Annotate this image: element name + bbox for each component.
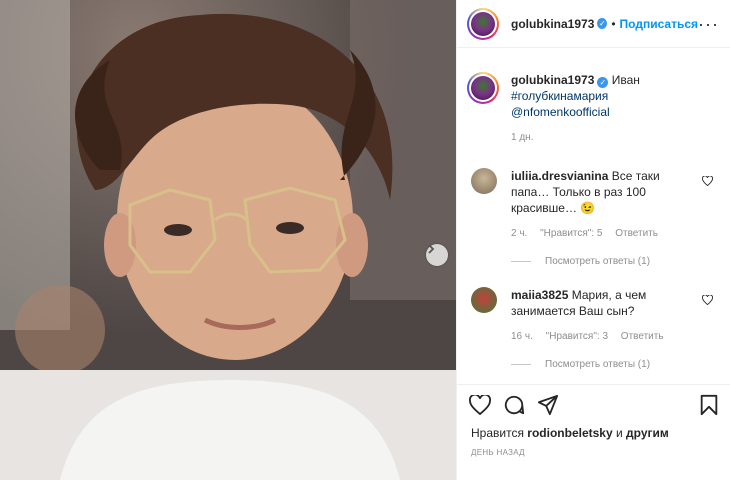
replies-divider [511,364,531,365]
author-username[interactable]: golubkina1973 [511,17,594,31]
view-replies-button[interactable]: Посмотреть ответы (1) [511,359,730,370]
reply-button[interactable]: Ответить [615,228,658,239]
share-button[interactable] [537,394,559,416]
next-photo-button[interactable] [426,244,448,266]
caption-text: Иван [611,73,640,87]
heart-icon [469,394,491,415]
post-caption: golubkina1973 ✓ Иван #голубкинамария @nfo… [457,48,730,146]
caption-mention[interactable]: @nfomenkoofficial [511,104,640,120]
more-options-icon[interactable]: ··· [698,15,719,33]
reply-button[interactable]: Ответить [621,331,664,342]
follow-button[interactable]: Подписаться [620,17,698,31]
likes-user[interactable]: rodionbeletsky [527,426,612,440]
comment-icon [504,395,525,414]
like-button[interactable] [469,394,491,415]
comment-avatar[interactable] [471,287,497,313]
comments-section[interactable]: golubkina1973 ✓ Иван #голубкинамария @nfo… [457,48,730,384]
comment-like-icon[interactable] [702,295,713,305]
caption-avatar[interactable] [467,72,499,104]
next-arrow-icon [428,244,435,254]
view-replies-button[interactable]: Посмотреть ответы (1) [511,256,730,267]
comment-avatar[interactable] [471,168,497,194]
likes-connector: и [616,426,623,440]
caption-hashtag[interactable]: #голубкинамария [511,88,640,104]
bookmark-icon [700,394,718,415]
view-replies-label[interactable]: Посмотреть ответы (1) [545,256,650,267]
share-icon [537,394,559,415]
view-replies-label[interactable]: Посмотреть ответы (1) [545,359,650,370]
comment-time[interactable]: 16 ч. [511,331,533,342]
comment-item: maiia3825 Мария, а чем занимается Ваш сы… [457,287,730,345]
portrait-image [0,0,456,480]
likes-others[interactable]: другим [626,426,669,440]
verified-badge-icon: ✓ [597,18,608,29]
replies-divider [511,261,531,262]
comment-time[interactable]: 2 ч. [511,228,527,239]
likes-prefix: Нравится [471,426,524,440]
post-details-panel: golubkina1973 ✓ • Подписаться ··· golubk… [456,0,730,480]
save-button[interactable] [699,394,719,416]
comment-likes[interactable]: "Нравится": 3 [546,331,608,342]
post-actions-bar [457,384,730,424]
author-avatar[interactable] [467,7,499,40]
post-photo[interactable] [0,0,456,480]
verified-badge-icon: ✓ [597,77,609,88]
comment-username[interactable]: maiia3825 [511,288,568,302]
post-date[interactable]: ДЕНЬ НАЗАД [471,448,525,457]
comment-item: iuliia.dresvianina Все таки папа… Только… [457,168,730,242]
likes-summary: Нравится rodionbeletsky и другим [471,426,669,440]
comment-likes[interactable]: "Нравится": 5 [540,228,602,239]
comment-username[interactable]: iuliia.dresvianina [511,169,608,183]
caption-username[interactable]: golubkina1973 [511,73,594,87]
caption-time[interactable]: 1 дн. [511,130,640,146]
separator-dot: • [611,16,616,31]
comment-button[interactable] [503,394,525,416]
comment-like-icon[interactable] [702,176,713,186]
post-header: golubkina1973 ✓ • Подписаться ··· [457,0,730,48]
